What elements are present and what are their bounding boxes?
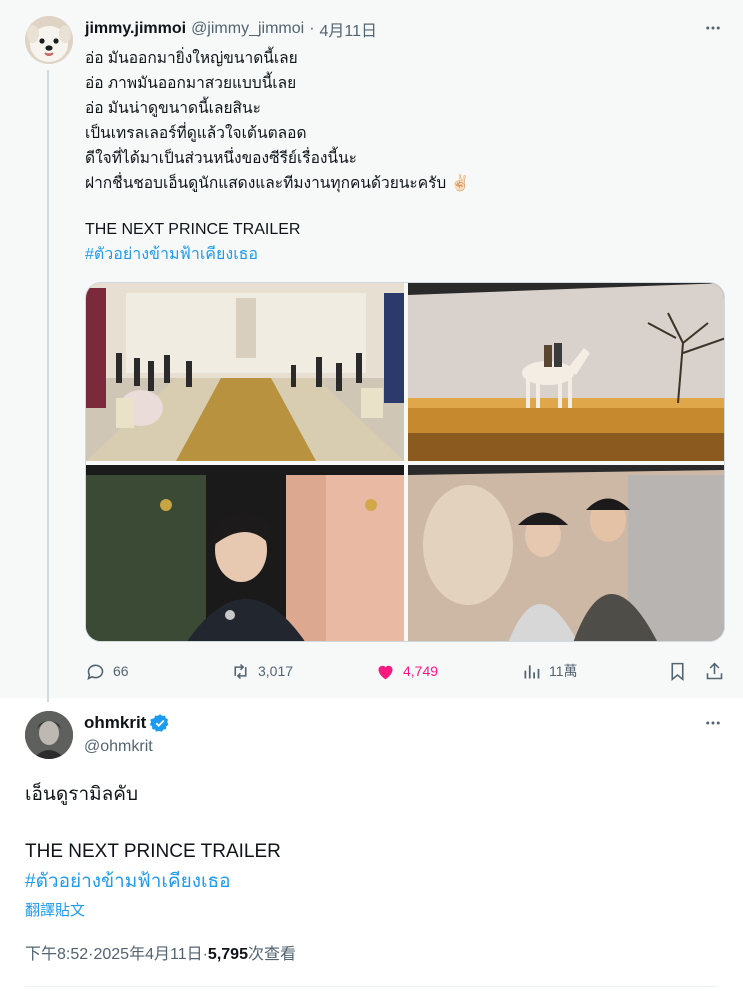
user-handle[interactable]: @jimmy_jimmoi [191, 20, 304, 38]
tweet-text: อ่อ มันออกมายิ่งใหญ่ขนาดนี้เลย อ่อ ภาพมั… [85, 46, 715, 196]
prince-portrait-image [86, 465, 404, 641]
tweet-text-line: ดีใจที่ได้มาเป็นส่วนหนึ่งของซีรีย์เรื่อง… [85, 150, 358, 167]
more-horizontal-icon [706, 26, 720, 30]
trailer-title: THE NEXT PRINCE TRAILER [25, 841, 281, 862]
retweet-button[interactable]: 3,017 [230, 657, 293, 685]
thread-connector-line [47, 70, 49, 702]
dog-avatar-image [25, 16, 73, 64]
tweet-text-fragment: ฝากชื่นชอบเอ็นดูนักแสดงและทีมงานทุกคนด้ว… [85, 175, 447, 192]
post-metadata: 下午8:52 · 2025年4月11日 · 5,795 次查看 [25, 943, 296, 967]
tweet-text: เอ็นดูรามิลคับ [25, 784, 139, 805]
analytics-icon [524, 664, 540, 678]
avatar[interactable] [25, 711, 73, 759]
views-count: 5,795 [207, 946, 248, 963]
horse-sunset-image [408, 283, 724, 461]
horse-sunset-photo[interactable] [408, 283, 724, 461]
display-name-text: ohmkrit [84, 713, 147, 732]
display-name[interactable]: jimmy.jimmoi [85, 20, 186, 38]
like-button[interactable]: 4,749 [375, 657, 438, 685]
views-label: 次查看 [247, 946, 296, 963]
tweet-text-line: อ่อ มันน่าดูขนาดนี้เลยสินะ [85, 100, 261, 117]
embrace-scene-photo[interactable] [408, 465, 724, 641]
share-icon [706, 662, 723, 679]
heart-filled-icon [378, 665, 393, 679]
verified-badge-icon [150, 714, 169, 732]
retweet-icon [234, 663, 247, 679]
translate-post-link[interactable]: 翻譯貼文 [25, 900, 85, 922]
avatar[interactable] [25, 16, 73, 64]
more-options-button[interactable] [701, 711, 725, 735]
ohmkrit-avatar-image [25, 711, 73, 759]
share-button[interactable] [704, 657, 732, 685]
views-button[interactable]: 11萬 [521, 657, 578, 685]
reply-icon [87, 664, 104, 680]
post-date[interactable]: 2025年4月11日 [93, 943, 202, 967]
palace-hall-photo[interactable] [86, 283, 404, 461]
display-name[interactable]: ohmkrit [84, 713, 170, 733]
tweet-header: jimmy.jimmoi @jimmy_jimmoi · 4月11日 [85, 17, 377, 41]
user-handle[interactable]: @ohmkrit [84, 738, 153, 756]
palace-hall-image [86, 283, 404, 461]
embrace-scene-image [408, 465, 724, 641]
reply-button[interactable]: 66 [85, 657, 129, 685]
tweet-text-line: อ่อ ภาพมันออกมาสวยแบบนี้เลย [85, 75, 297, 92]
trailer-title: THE NEXT PRINCE TRAILER [85, 221, 301, 238]
prince-portrait-photo[interactable] [86, 465, 404, 641]
parent-tweet[interactable]: jimmy.jimmoi @jimmy_jimmoi · 4月11日 อ่อ ม… [0, 0, 743, 702]
tweet-text-line: ฝากชื่นชอบเอ็นดูนักแสดงและทีมงานทุกคนด้ว… [85, 171, 715, 196]
more-horizontal-icon [706, 721, 720, 725]
tweet-text-line: อ่อ มันออกมายิ่งใหญ่ขนาดนี้เลย [85, 50, 298, 67]
post-time[interactable]: 下午8:52 [25, 943, 88, 967]
bookmark-icon [671, 662, 684, 681]
like-count: 4,749 [403, 663, 439, 679]
tweet-text-line: เป็นเทรลเลอร์ที่ดูแล้วใจเต้นตลอด [85, 125, 307, 142]
retweet-count: 3,017 [258, 663, 294, 679]
views-count: 11萬 [549, 663, 578, 679]
more-options-button[interactable] [701, 16, 725, 40]
reply-count: 66 [113, 663, 129, 679]
bookmark-button[interactable] [667, 657, 695, 685]
tweet-actions: 66 3,017 4,749 11萬 [85, 657, 725, 685]
post-date[interactable]: 4月11日 [320, 17, 378, 41]
media-grid [85, 282, 725, 642]
hashtag-link[interactable]: #ตัวอย่างข้ามฟ้าเคียงเธอ [25, 868, 230, 896]
hashtag-link[interactable]: #ตัวอย่างข้ามฟ้าเคียงเธอ [85, 243, 258, 267]
peace-hand-emoji: ✌🏻 [450, 175, 470, 192]
separator-dot: · [309, 20, 315, 37]
divider [25, 986, 718, 987]
